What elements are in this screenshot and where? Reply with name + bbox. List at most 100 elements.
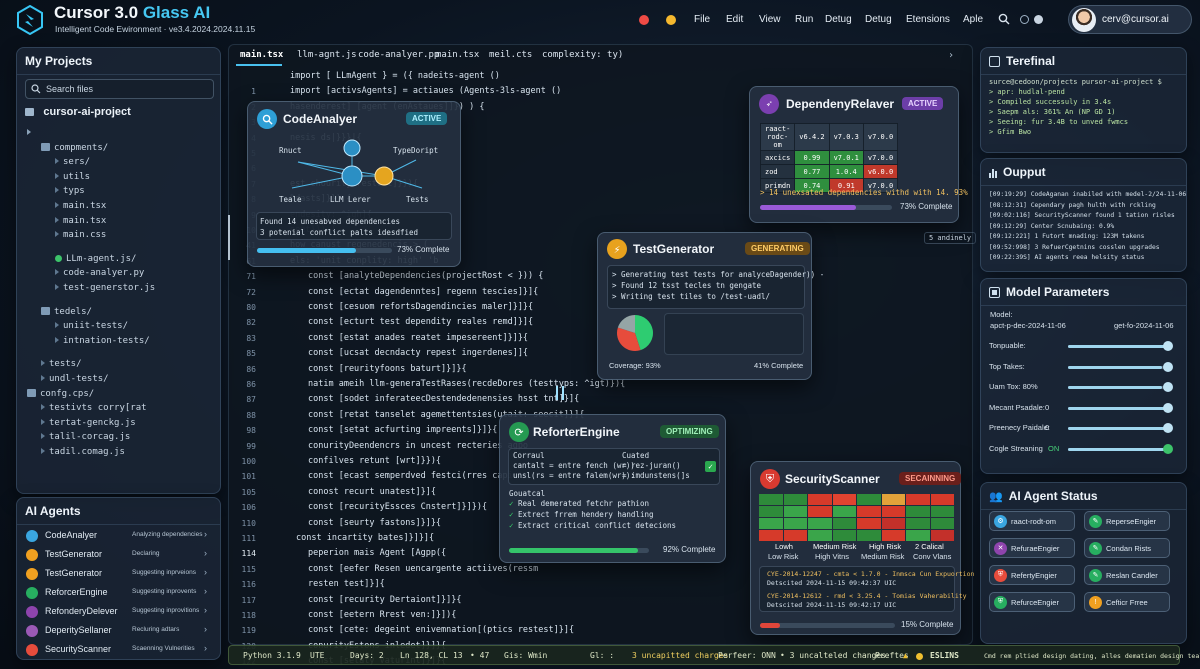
output-panel[interactable]: Oupput [09:19:29] CodeAganan inabiled wi…	[980, 158, 1187, 272]
code-line[interactable]: const [estat anades reatet impesereent]}…	[308, 333, 528, 343]
code-line[interactable]: resten test]}]{	[308, 579, 385, 589]
tree-item[interactable]: main.tsx	[55, 201, 106, 211]
tree-item[interactable]: tedels/	[41, 306, 92, 317]
agent-status-button[interactable]: ✎ ReperseEngier	[1084, 511, 1170, 531]
code-line[interactable]: conurityDeendencrs in uncest recteries a…	[308, 441, 528, 451]
code-line[interactable]: const incartity bates]}]}]{	[296, 533, 434, 543]
anomaly-chip[interactable]: 5 andinely	[924, 232, 977, 244]
tree-item[interactable]: tertat-genckg.js	[41, 418, 136, 428]
slider-knob[interactable]	[1163, 382, 1173, 392]
editor-tab[interactable]: code-analyer.pp	[358, 50, 439, 60]
code-line[interactable]: const [ecast semperdved festci(rres capi…	[308, 471, 528, 481]
code-line[interactable]: const [reurityfoons baturt]}]}{	[308, 364, 467, 374]
code-line[interactable]: const [cesuom refortsDagendincies maler]…	[308, 302, 533, 312]
tree-item[interactable]: main.css	[55, 230, 106, 240]
tree-item[interactable]: sers/	[55, 157, 90, 167]
agent-list-item[interactable]: SecurityScanner Scaenning Vulnerities ›	[26, 642, 216, 658]
param-slider[interactable]	[1068, 345, 1170, 348]
agent-status-button[interactable]: ⛨ RefurceEngier	[989, 592, 1075, 612]
param-slider[interactable]	[1068, 447, 1170, 451]
status-changes-2[interactable]: • 3 uncalteled changes	[780, 651, 886, 660]
accept-check-icon[interactable]: ✓	[705, 461, 716, 472]
menu-extensions[interactable]: Etensions	[906, 14, 950, 25]
agent-status-button[interactable]: ✎ Condan Rists	[1084, 538, 1170, 558]
param-slider[interactable]	[1068, 365, 1170, 369]
drag-handle-icon[interactable]	[556, 386, 566, 402]
editor-tab[interactable]: meil.cts	[489, 50, 532, 60]
tree-item[interactable]: main.tsx	[55, 216, 106, 226]
tree-item[interactable]: testivts corry[rat	[41, 403, 147, 413]
code-line[interactable]: const [eetern Rrest ven:]}]){	[308, 610, 456, 620]
menu-file[interactable]: File	[694, 14, 710, 25]
slider-knob[interactable]	[1163, 402, 1173, 413]
tree-item[interactable]: compments/	[41, 142, 108, 153]
tree-item[interactable]: talil-corcag.js	[41, 432, 130, 442]
status-eslint[interactable]: ESLINS	[930, 651, 959, 660]
settings-dot-icon[interactable]	[1020, 15, 1029, 24]
security-scanner-card[interactable]: ⛨ SecurityScanner SECAINNING Lowh Medium…	[750, 461, 974, 635]
search-icon[interactable]	[998, 13, 1010, 28]
code-line[interactable]: conost recurt unatest]}]{	[308, 487, 436, 497]
code-line[interactable]: const [seurty fastons]}]}{	[308, 518, 441, 528]
status-changes-1[interactable]: 3 uncapitted charges	[632, 651, 728, 660]
agent-list-item[interactable]: CodeAnalyer Analyzing dependencies ›	[26, 528, 216, 544]
dependency-relaver-card[interactable]: ➶ DependenyRelaver ACTIVE raact-rodc-om v…	[749, 86, 968, 223]
slider-knob[interactable]	[1163, 361, 1173, 372]
code-line[interactable]: const [setat acfurting impreents]}]}{	[308, 425, 497, 435]
code-analyzer-card[interactable]: CodeAnalyer ACTIVE Rnuct TypeDoript Teal…	[247, 101, 461, 267]
tree-item[interactable]	[27, 128, 35, 138]
terminal-panel[interactable]: Terefinal surce@cedoon/projects pursor-a…	[980, 47, 1187, 153]
menu-run[interactable]: Run	[795, 14, 813, 25]
status-encoding[interactable]: UTE	[310, 651, 324, 660]
search-files-input[interactable]: Search files	[25, 79, 214, 99]
editor-tab[interactable]: complexity: ty)	[542, 50, 623, 60]
slider-knob[interactable]	[1163, 423, 1173, 433]
param-slider[interactable]	[1068, 386, 1170, 389]
editor-tab[interactable]: llm-agnt.js	[297, 50, 357, 60]
user-chip[interactable]: cerv@cursor.ai	[1068, 5, 1192, 34]
agent-status-button[interactable]: ✎ Reslan Candler	[1084, 565, 1170, 585]
slider-knob[interactable]	[1163, 341, 1173, 351]
tree-item[interactable]: typs	[55, 186, 85, 196]
status-git[interactable]: Gis: Wmin	[504, 651, 547, 660]
code-line[interactable]: import [ LLmAgent } = ({ nadeits-agent (…	[290, 71, 500, 81]
status-perfeer[interactable]: Perfeer: ONN	[718, 651, 776, 660]
agent-status-button[interactable]: ✕ RefuraeEngier	[989, 538, 1075, 558]
menu-debug[interactable]: Detug	[825, 14, 852, 25]
record-dot-icon[interactable]	[1034, 15, 1043, 24]
menu-debug-2[interactable]: Detug	[865, 14, 892, 25]
slider-knob[interactable]	[1163, 443, 1173, 454]
agent-list-item[interactable]: ReforcerEngine Suggesting inprovents ›	[26, 585, 216, 601]
agent-list-item[interactable]: RefonderyDelever Suggesting inprovitions ›	[26, 604, 216, 620]
tree-item[interactable]: test-generstor.js	[55, 283, 155, 293]
code-line[interactable]: const [ectat dagendenntes] regenn tescie…	[308, 287, 538, 297]
agent-status-button[interactable]: ⛨ RefertyEngier	[989, 565, 1075, 585]
code-line[interactable]: const [eefer Resen uencargente actiives(…	[308, 564, 538, 574]
tree-item[interactable]: code-analyer.py	[55, 268, 144, 278]
menu-help[interactable]: Aple	[963, 14, 983, 25]
project-root[interactable]: cursor-ai-project	[25, 106, 131, 118]
window-min-dot[interactable]	[666, 15, 676, 25]
code-line[interactable]: const [analyteDependencies(projectRost <…	[308, 271, 543, 281]
tree-item[interactable]: uniit-tests/	[55, 321, 128, 331]
code-line[interactable]: import [activsAgents] = actiaues (Agents…	[290, 86, 561, 96]
code-line[interactable]: peperion mais Agent [Agpp({	[308, 548, 446, 558]
menu-edit[interactable]: Edit	[726, 14, 743, 25]
status-python[interactable]: Python 3.1.9	[243, 651, 301, 660]
tabs-more-chevron-icon[interactable]: ›	[948, 50, 954, 61]
editor-tab[interactable]: main.tsx	[240, 50, 283, 60]
tree-item[interactable]: intnation-tests/	[55, 336, 150, 346]
code-line[interactable]: const [sodet inferateecDestendedenensies…	[308, 394, 579, 404]
editor-tab[interactable]: main.tsx	[436, 50, 479, 60]
code-line[interactable]: const [recurityEssces Cnstert]}]}){	[308, 502, 487, 512]
code-line[interactable]: const [ecturt test dependity reales remd…	[308, 317, 533, 327]
code-line[interactable]: const [recurity Dertaiont]}]}{	[308, 595, 462, 605]
tree-item[interactable]: confg.cps/	[27, 388, 94, 399]
menu-view[interactable]: View	[759, 14, 781, 25]
agent-status-button[interactable]: ! Cefticr Frree	[1084, 592, 1170, 612]
param-slider[interactable]	[1068, 406, 1170, 410]
code-line[interactable]: confilves retunt [wrt]}}){	[308, 456, 441, 466]
agent-list-item[interactable]: TestGenerator Suggesting inprveions ›	[26, 566, 216, 582]
agent-list-item[interactable]: DeperitySellaner Recluring adtars ›	[26, 623, 216, 639]
window-close-dot[interactable]	[639, 15, 649, 25]
